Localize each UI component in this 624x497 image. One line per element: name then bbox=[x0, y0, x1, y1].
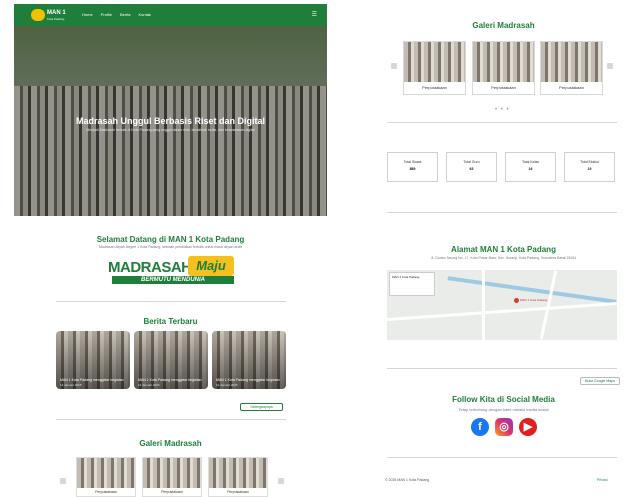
logo-subtext: Kota Padang bbox=[47, 17, 65, 21]
madrasah-maju-logo: MADRASAH Maju BERMUTU MENDUNIA bbox=[108, 256, 234, 288]
news-card[interactable]: MAN 1 Kota Padang menggelar kegiatan 12 … bbox=[134, 331, 208, 389]
location-map[interactable]: MAN 1 Kota Padang MAN 1 Kota Padang bbox=[387, 270, 617, 340]
gallery-card[interactable]: Perpustakaan bbox=[208, 457, 268, 497]
gallery-card[interactable]: Perpustakaan bbox=[540, 41, 603, 95]
welcome-subtitle: Madrasah Aliyah Negeri 1 Kota Padang, se… bbox=[98, 245, 242, 249]
follow-title: Follow Kita di Social Media bbox=[452, 395, 555, 404]
gallery-card[interactable]: Perpustakaan bbox=[142, 457, 202, 497]
map-pin-icon[interactable] bbox=[514, 298, 519, 303]
news-card-date: 12 Januari 2025 bbox=[216, 383, 238, 387]
gallery-prev-icon[interactable] bbox=[60, 478, 66, 484]
map-info-box: MAN 1 Kota Padang bbox=[389, 272, 435, 296]
map-road bbox=[482, 270, 485, 340]
section-divider bbox=[56, 419, 286, 420]
stat-value: 889 bbox=[409, 167, 416, 171]
welcome-title: Selamat Datang di MAN 1 Kota Padang bbox=[96, 235, 245, 244]
stat-value: 63 bbox=[469, 167, 474, 171]
news-card-caption: MAN 1 Kota Padang menggelar kegiatan bbox=[60, 378, 124, 382]
section-divider bbox=[387, 457, 617, 458]
logo-word-maju: Maju bbox=[188, 256, 234, 276]
section-divider bbox=[387, 368, 617, 369]
open-google-maps-button[interactable]: Buka Google Maps bbox=[580, 377, 620, 385]
gallery-prev-icon[interactable] bbox=[391, 63, 397, 69]
stat-card: Total Siswa 889 bbox=[387, 152, 438, 182]
school-logo-icon[interactable] bbox=[31, 9, 45, 21]
news-card[interactable]: MAN 1 Kota Padang menggelar kegiatan 12 … bbox=[56, 331, 130, 389]
gallery-next-icon[interactable] bbox=[607, 63, 613, 69]
logo-word-madrasah: MADRASAH bbox=[108, 259, 192, 276]
social-links: f ◎ ▶ bbox=[471, 418, 541, 438]
gallery-label: Perpustakaan bbox=[422, 85, 447, 90]
stat-label: Total Ekskul bbox=[580, 160, 599, 164]
gallery-image bbox=[541, 42, 602, 82]
stats-row: Total Siswa 889 Total Guru 63 Total Kela… bbox=[387, 152, 617, 182]
hero-subtitle: Menjadi Madrasah terbaik di Kota Padang … bbox=[86, 128, 255, 132]
news-card-caption: MAN 1 Kota Padang menggelar kegiatan bbox=[138, 378, 202, 382]
youtube-icon[interactable]: ▶ bbox=[519, 418, 537, 436]
page: MAN 1 Kota Padang Home Profile Berita Ko… bbox=[0, 0, 624, 497]
galeri-title: Galeri Madrasah bbox=[139, 439, 202, 448]
hero-title: Madrasah Unggul Berbasis Riset dan Digit… bbox=[75, 116, 266, 126]
section-divider bbox=[387, 212, 617, 213]
map-road bbox=[539, 270, 558, 340]
gallery-card[interactable]: Perpustakaan bbox=[472, 41, 535, 95]
nav-berita[interactable]: Berita bbox=[120, 12, 130, 17]
map-pin-label: MAN 1 Kota Padang bbox=[520, 298, 548, 302]
stat-label: Total Siswa bbox=[403, 160, 422, 164]
stat-value: 16 bbox=[528, 167, 533, 171]
navbar: MAN 1 Kota Padang Home Profile Berita Ko… bbox=[14, 4, 327, 26]
home-page-left: MAN 1 Kota Padang Home Profile Berita Ko… bbox=[14, 4, 327, 497]
berita-title: Berita Terbaru bbox=[143, 317, 198, 326]
instagram-icon[interactable]: ◎ bbox=[495, 418, 513, 436]
hero-banner: Madrasah Unggul Berbasis Riset dan Digit… bbox=[14, 26, 327, 216]
logo-tagline: BERMUTU MENDUNIA bbox=[112, 276, 234, 284]
news-card-date: 12 Januari 2025 bbox=[60, 383, 82, 387]
alamat-address: Jl. Durian Tarung No. 17, Koto Pasar Bar… bbox=[430, 256, 577, 260]
gallery-label: Perpustakaan bbox=[161, 490, 183, 494]
home-page-right: Galeri Madrasah Perpustakaan Perpustakaa… bbox=[383, 4, 624, 497]
footer-link[interactable]: Privasi bbox=[597, 478, 608, 482]
section-divider bbox=[387, 122, 617, 123]
nav-kontak[interactable]: Kontak bbox=[138, 12, 150, 17]
stat-card: Total Ekskul 19 bbox=[564, 152, 615, 182]
stat-label: Total Guru bbox=[463, 160, 480, 164]
logo-text[interactable]: MAN 1 bbox=[47, 10, 66, 16]
more-news-button[interactable]: Selengkapnya bbox=[240, 403, 283, 411]
gallery-image bbox=[143, 458, 201, 488]
galeri-title: Galeri Madrasah bbox=[472, 21, 535, 30]
nav-links: Home Profile Berita Kontak bbox=[82, 12, 151, 17]
follow-subtitle: Tetap terhubung dengan kami melalui medi… bbox=[458, 407, 549, 412]
gallery-pagination-dots[interactable]: • • • bbox=[495, 107, 510, 113]
footer-copyright: © 2025 MAN 1 Kota Padang bbox=[385, 478, 430, 482]
gallery-card[interactable]: Perpustakaan bbox=[403, 41, 466, 95]
stat-card: Total Kelas 16 bbox=[505, 152, 556, 182]
gallery-image bbox=[77, 458, 135, 488]
stat-card: Total Guru 63 bbox=[446, 152, 497, 182]
news-card-date: 12 Januari 2025 bbox=[138, 383, 160, 387]
gallery-label: Perpustakaan bbox=[559, 85, 584, 90]
gallery-label: Perpustakaan bbox=[95, 490, 117, 494]
gallery-image bbox=[209, 458, 267, 488]
facebook-icon[interactable]: f bbox=[471, 418, 489, 436]
menu-icon[interactable]: ☰ bbox=[312, 11, 317, 18]
stat-value: 19 bbox=[587, 167, 592, 171]
news-card-caption: MAN 1 Kota Padang menggelar kegiatan bbox=[216, 378, 280, 382]
gallery-image bbox=[404, 42, 465, 82]
gallery-label: Perpustakaan bbox=[491, 85, 516, 90]
stat-label: Total Kelas bbox=[521, 160, 540, 164]
map-road bbox=[387, 301, 617, 322]
section-divider bbox=[56, 301, 286, 302]
nav-home[interactable]: Home bbox=[82, 12, 93, 17]
alamat-title: Alamat MAN 1 Kota Padang bbox=[451, 245, 556, 254]
news-card[interactable]: MAN 1 Kota Padang menggelar kegiatan 12 … bbox=[212, 331, 286, 389]
news-list: MAN 1 Kota Padang menggelar kegiatan 12 … bbox=[56, 331, 286, 389]
gallery-image bbox=[473, 42, 534, 82]
nav-profile[interactable]: Profile bbox=[101, 12, 112, 17]
gallery-card[interactable]: Perpustakaan bbox=[76, 457, 136, 497]
gallery-next-icon[interactable] bbox=[278, 478, 284, 484]
gallery-label: Perpustakaan bbox=[227, 490, 249, 494]
map-info-title: MAN 1 Kota Padang bbox=[392, 275, 420, 279]
